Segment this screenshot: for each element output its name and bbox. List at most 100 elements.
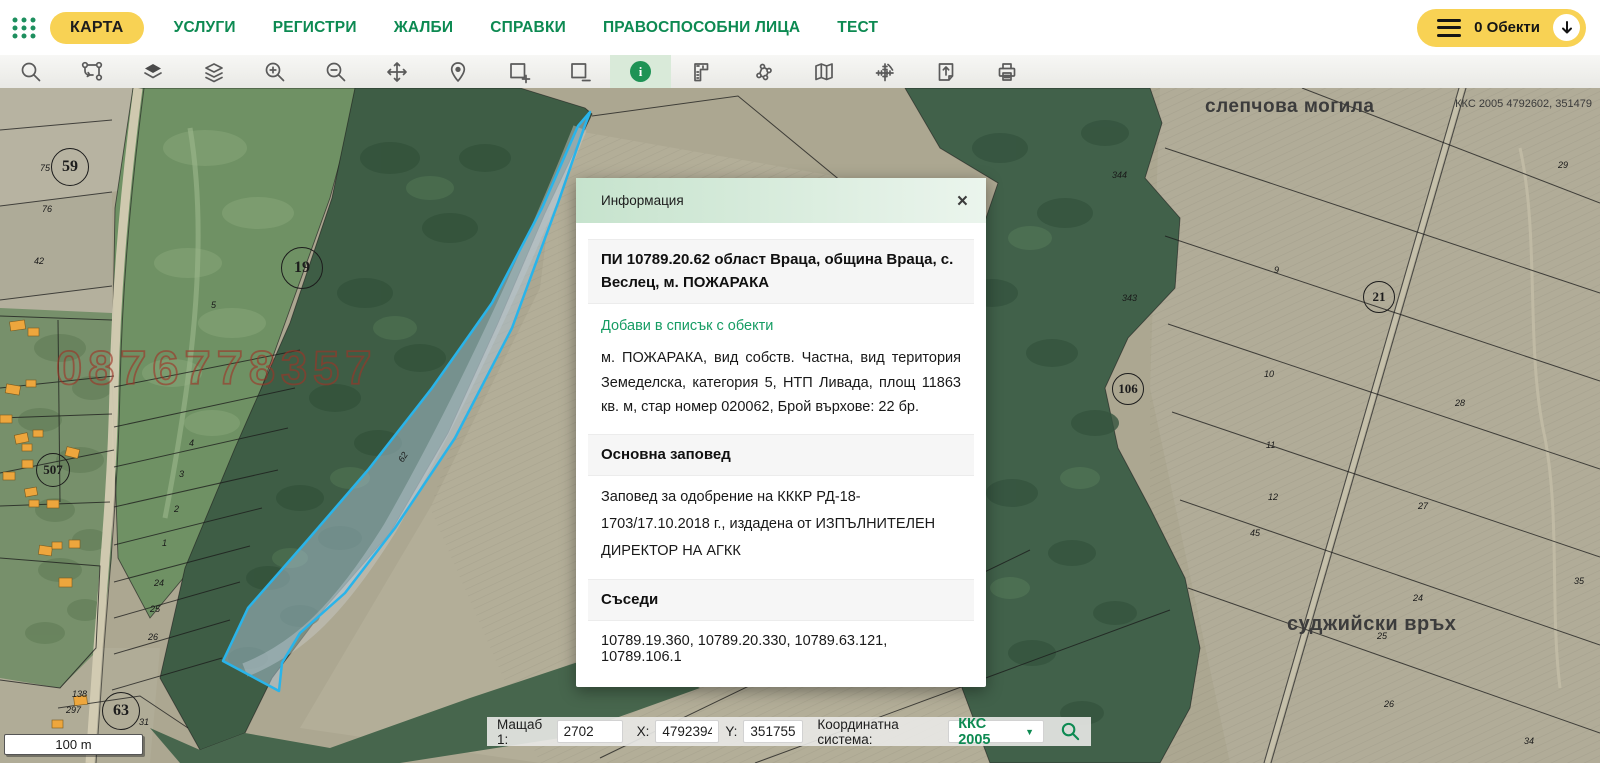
- map-parcel-number: 25: [150, 604, 160, 614]
- chevron-down-icon: ▼: [1025, 727, 1034, 737]
- tool-map-fold-icon[interactable]: [793, 55, 854, 88]
- add-to-objects-link[interactable]: Добави в списък с обекти: [601, 318, 961, 334]
- place-label-sudzhiyski-vrah: суджийски връх: [1287, 613, 1456, 636]
- apps-grid-icon[interactable]: [10, 14, 38, 42]
- nav-item-karta[interactable]: КАРТА: [50, 12, 144, 44]
- hamburger-icon: [1437, 19, 1461, 37]
- map-parcel-number: 24: [1413, 593, 1423, 603]
- info-popup-title: Информация: [601, 193, 684, 208]
- tool-layers-filled-icon[interactable]: [122, 55, 183, 88]
- y-label: Y:: [725, 724, 737, 739]
- info-popup-header: Информация ×: [576, 178, 986, 223]
- map-circled-parcel-number: 106: [1112, 373, 1144, 405]
- nav-item-spravki[interactable]: СПРАВКИ: [490, 19, 566, 37]
- parcel-details: м. ПОЖАРАКА, вид собств. Частна, вид тер…: [601, 346, 961, 420]
- map-parcel-number: 75: [40, 163, 50, 173]
- tool-search-icon[interactable]: [0, 55, 61, 88]
- x-coordinate-input[interactable]: [655, 720, 719, 743]
- map-parcel-number: 25: [1377, 631, 1387, 641]
- tool-polygon-icon[interactable]: [732, 55, 793, 88]
- map-parcel-number: 28: [1455, 398, 1465, 408]
- tool-layers-outline-icon[interactable]: [183, 55, 244, 88]
- map-toolbar: i: [0, 55, 1600, 88]
- crs-value: ККС 2005: [958, 716, 1013, 748]
- info-popup-body: ПИ 10789.20.62 област Враца, община Врац…: [576, 223, 986, 687]
- order-section-header: Основна заповед: [588, 434, 974, 477]
- tool-select-subtract-icon[interactable]: [549, 55, 610, 88]
- map-circled-parcel-number: 63: [102, 692, 140, 730]
- top-nav: КАРТА УСЛУГИ РЕГИСТРИ ЖАЛБИ СПРАВКИ ПРАВ…: [0, 0, 1600, 55]
- tool-print-icon[interactable]: [976, 55, 1037, 88]
- tool-zoom-out-icon[interactable]: [305, 55, 366, 88]
- map-parcel-number: 1: [162, 538, 167, 548]
- map-parcel-number: 35: [1574, 576, 1584, 586]
- main-menu: УСЛУГИ РЕГИСТРИ ЖАЛБИ СПРАВКИ ПРАВОСПОСО…: [174, 19, 879, 37]
- tool-locate-icon[interactable]: [427, 55, 488, 88]
- map-parcel-number: 9: [1274, 265, 1279, 275]
- map-parcel-number: 29: [1558, 160, 1568, 170]
- map-parcel-number: 26: [148, 632, 158, 642]
- info-popup: Информация × ПИ 10789.20.62 област Враца…: [576, 178, 986, 687]
- parcel-header: ПИ 10789.20.62 област Враца, община Врац…: [588, 239, 974, 304]
- download-objects-button[interactable]: [1553, 14, 1580, 41]
- nav-item-zhalbi[interactable]: ЖАЛБИ: [394, 19, 454, 37]
- map-parcel-number: 26: [1384, 699, 1394, 709]
- close-icon[interactable]: ×: [953, 188, 972, 215]
- coordinates-search-button[interactable]: [1060, 721, 1081, 742]
- map-parcel-number: 3: [179, 469, 184, 479]
- map-parcel-number: 4: [189, 438, 194, 448]
- tool-route-icon[interactable]: [61, 55, 122, 88]
- scale-label: Мащаб 1:: [497, 717, 551, 747]
- map-parcel-number: 12: [1268, 492, 1278, 502]
- tool-export-icon[interactable]: [915, 55, 976, 88]
- map-scalebar: 100 m: [4, 734, 143, 755]
- map-parcel-number: 297: [66, 705, 81, 715]
- map-parcel-number: 34: [1524, 736, 1534, 746]
- map-circled-parcel-number: 21: [1363, 281, 1395, 313]
- map-statusbar: Мащаб 1: X: Y: Координатна система: ККС …: [487, 717, 1091, 746]
- nav-item-uslugi[interactable]: УСЛУГИ: [174, 19, 236, 37]
- crs-label: Координатна система:: [817, 717, 942, 747]
- place-label-slepchova-mogila: слепчова могила: [1205, 96, 1374, 118]
- map-parcel-number: 27: [1418, 501, 1428, 511]
- scale-input[interactable]: [557, 720, 623, 743]
- nav-item-registri[interactable]: РЕГИСТРИ: [273, 19, 357, 37]
- neighbors-section-header: Съседи: [588, 579, 974, 622]
- watermark-text: 0876778357: [56, 341, 377, 394]
- tool-axes-icon[interactable]: [854, 55, 915, 88]
- map-parcel-number: 11: [1266, 440, 1275, 450]
- y-coordinate-input[interactable]: [743, 720, 803, 743]
- tool-info-icon[interactable]: i: [610, 55, 671, 88]
- map-parcel-number: 24: [154, 578, 164, 588]
- map-parcel-number: 138: [72, 689, 87, 699]
- objects-count-label: 0 Обекти: [1474, 19, 1540, 36]
- search-icon: [1060, 721, 1081, 742]
- nav-item-pravosposobni-lica[interactable]: ПРАВОСПОСОБНИ ЛИЦА: [603, 19, 800, 37]
- arrow-down-icon: [1560, 21, 1574, 35]
- map-parcel-number: 343: [1122, 293, 1137, 303]
- order-text: Заповед за одобрение на КККР РД-18-1703/…: [601, 484, 961, 564]
- scalebar-label: 100 m: [55, 737, 91, 752]
- objects-list-button[interactable]: 0 Обекти: [1417, 9, 1586, 47]
- map-parcel-number: 2: [174, 504, 179, 514]
- x-label: X:: [637, 724, 650, 739]
- map-parcel-number: 5: [211, 300, 216, 310]
- map-corner-coordinates: ККС 2005 4792602, 351479: [1455, 98, 1592, 110]
- tool-measure-icon[interactable]: [671, 55, 732, 88]
- tool-select-add-icon[interactable]: [488, 55, 549, 88]
- map-parcel-number: 42: [34, 256, 44, 266]
- map-circled-parcel-number: 59: [51, 148, 89, 186]
- nav-item-test[interactable]: ТЕСТ: [837, 19, 878, 37]
- crs-select[interactable]: ККС 2005 ▼: [948, 720, 1044, 743]
- map-parcel-number: 344: [1112, 170, 1127, 180]
- tool-pan-icon[interactable]: [366, 55, 427, 88]
- map-canvas[interactable]: 0876778357 слепчова могила суджийски връ…: [0, 88, 1600, 763]
- map-circled-parcel-number: 19: [281, 247, 323, 289]
- tool-zoom-in-icon[interactable]: [244, 55, 305, 88]
- map-parcel-number: 10: [1264, 369, 1274, 379]
- neighbors-list: 10789.19.360, 10789.20.330, 10789.63.121…: [601, 633, 961, 665]
- map-circled-parcel-number: 507: [36, 453, 70, 487]
- map-parcel-number: 31: [139, 717, 149, 727]
- map-parcel-number: 45: [1250, 528, 1260, 538]
- map-parcel-number: 76: [42, 204, 52, 214]
